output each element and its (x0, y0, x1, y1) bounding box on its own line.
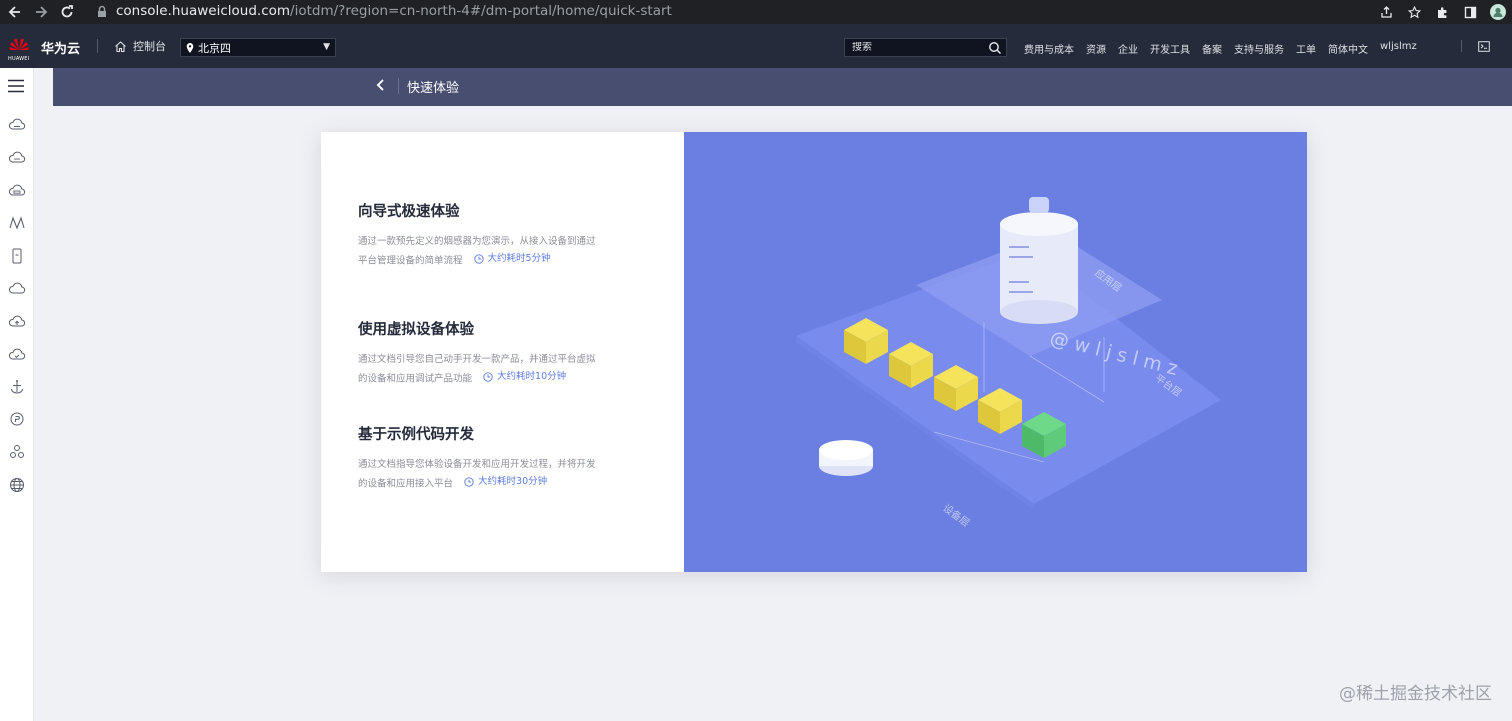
nav-link-enterprise[interactable]: 企业 (1118, 41, 1138, 56)
smoke-detector-graphic (819, 440, 873, 476)
option-description: 通过文档引导您自己动手开发一款产品，并通过平台虚拟 的设备和应用调试产品功能 大… (358, 354, 596, 385)
browser-actions (1372, 0, 1512, 24)
globe-icon[interactable] (8, 476, 26, 494)
brand-name[interactable]: 华为云 (41, 38, 80, 57)
region-value: 北京四 (198, 41, 231, 55)
option-description: 通过文档指导您体验设备开发和应用开发过程，并将开发 的设备和应用接入平台 大约耗… (358, 459, 596, 490)
cloud-check-icon[interactable] (8, 346, 26, 364)
forward-arrow-icon[interactable] (28, 0, 54, 24)
reload-icon[interactable] (54, 0, 80, 24)
share-icon[interactable] (1372, 5, 1400, 19)
network-icon[interactable] (8, 214, 26, 232)
isometric-layers-graphic (796, 197, 1221, 510)
page-header-bar: 快速体验 (53, 68, 1512, 106)
nav-link-tickets[interactable]: 工单 (1296, 41, 1316, 56)
side-panel-icon[interactable] (1456, 6, 1484, 19)
nav-link-language[interactable]: 简体中文 (1328, 41, 1368, 56)
cloud-storage-icon[interactable] (8, 182, 26, 200)
huawei-logo-icon[interactable] (8, 36, 30, 58)
url-path: /iotdm/?region=cn-north-4#/dm-portal/hom… (290, 3, 672, 19)
nav-link-support[interactable]: 支持与服务 (1234, 41, 1284, 56)
option-title[interactable]: 向导式极速体验 (358, 200, 658, 221)
iot-architecture-illustration: @wljslmz 应用层 平台层 设备层 (684, 132, 1307, 572)
nav-divider (97, 39, 98, 53)
top-nav-links: 费用与成本 资源 企业 开发工具 备案 支持与服务 工单 简体中文 wljslm… (1024, 41, 1429, 56)
cloud-server-icon[interactable] (8, 116, 26, 134)
home-icon (115, 40, 126, 52)
page-title: 快速体验 (407, 81, 460, 96)
terminal-icon[interactable] (1478, 41, 1490, 52)
search-icon[interactable] (988, 41, 1002, 55)
back-arrow-icon[interactable] (2, 0, 28, 24)
search-input[interactable] (852, 42, 982, 53)
menu-hamburger-icon[interactable] (8, 79, 24, 93)
time-estimate: 大约耗时5分钟 (473, 250, 551, 267)
nav-link-resources[interactable]: 资源 (1086, 41, 1106, 56)
cloud-upload-icon[interactable] (8, 313, 26, 331)
clock-icon (473, 253, 484, 264)
global-search[interactable] (844, 38, 1007, 57)
time-estimate: 大约耗时30分钟 (464, 473, 547, 490)
nav-link-username[interactable]: wljslmz (1380, 41, 1417, 56)
cloud-icon[interactable] (8, 280, 26, 298)
cloud-container-icon[interactable] (8, 149, 26, 167)
lock-icon (98, 5, 106, 17)
profile-avatar-icon[interactable] (1484, 4, 1512, 20)
bookmark-star-icon[interactable] (1400, 5, 1428, 19)
location-pin-icon (186, 42, 194, 53)
anchor-icon[interactable] (8, 378, 26, 396)
console-home-link[interactable]: 控制台 (114, 38, 166, 54)
api-gateway-icon[interactable] (8, 410, 26, 428)
clock-icon (483, 371, 493, 382)
service-sidebar (0, 68, 34, 721)
clock-icon (464, 476, 474, 487)
browser-toolbar: console.huaweicloud.com/iotdm/?region=cn… (0, 0, 1512, 24)
chevron-down-icon: ▼ (323, 42, 330, 52)
option-guided-experience[interactable]: 向导式极速体验 通过一款预先定义的烟感器为您演示，从接入设备到通过 平台管理设备… (358, 200, 658, 270)
option-title[interactable]: 基于示例代码开发 (358, 423, 658, 444)
quick-start-card: 向导式极速体验 通过一款预先定义的烟感器为您演示，从接入设备到通过 平台管理设备… (321, 132, 1307, 572)
header-divider (398, 78, 399, 94)
cloud-server-graphic (1000, 197, 1078, 324)
option-virtual-device[interactable]: 使用虚拟设备体验 通过文档引导您自己动手开发一款产品，并通过平台虚拟 的设备和应… (358, 318, 658, 388)
option-title[interactable]: 使用虚拟设备体验 (358, 318, 658, 339)
option-description: 通过一款预先定义的烟感器为您演示，从接入设备到通过 平台管理设备的简单流程 大约… (358, 236, 596, 267)
nav-link-icp-filing[interactable]: 备案 (1202, 41, 1222, 56)
back-chevron-icon[interactable] (373, 76, 389, 94)
nav-link-dev-tools[interactable]: 开发工具 (1150, 41, 1190, 56)
console-label: 控制台 (133, 40, 166, 53)
time-estimate: 大约耗时10分钟 (483, 368, 566, 385)
nav-link-billing[interactable]: 费用与成本 (1024, 41, 1074, 56)
mobile-device-icon[interactable] (8, 247, 26, 265)
extensions-puzzle-icon[interactable] (1428, 6, 1456, 19)
cluster-icon[interactable] (8, 443, 26, 461)
url-host: console.huaweicloud.com (116, 3, 291, 19)
address-bar[interactable]: console.huaweicloud.com/iotdm/?region=cn… (96, 3, 672, 19)
quick-start-options: 向导式极速体验 通过一款预先定义的烟感器为您演示，从接入设备到通过 平台管理设备… (321, 132, 684, 572)
console-top-nav: HUAWEI 华为云 控制台 北京四 ▼ 费用与成本 资源 企业 开发工具 备案… (0, 24, 1512, 68)
nav-divider-right (1461, 40, 1462, 52)
option-sample-code[interactable]: 基于示例代码开发 通过文档指导您体验设备开发和应用开发过程，并将开发 的设备和应… (358, 423, 658, 493)
region-select[interactable]: 北京四 ▼ (180, 38, 336, 57)
logo-text: HUAWEI (8, 56, 30, 62)
nav-right-icons (1478, 41, 1490, 52)
footer-watermark: @稀土掘金技术社区 (1339, 684, 1492, 704)
